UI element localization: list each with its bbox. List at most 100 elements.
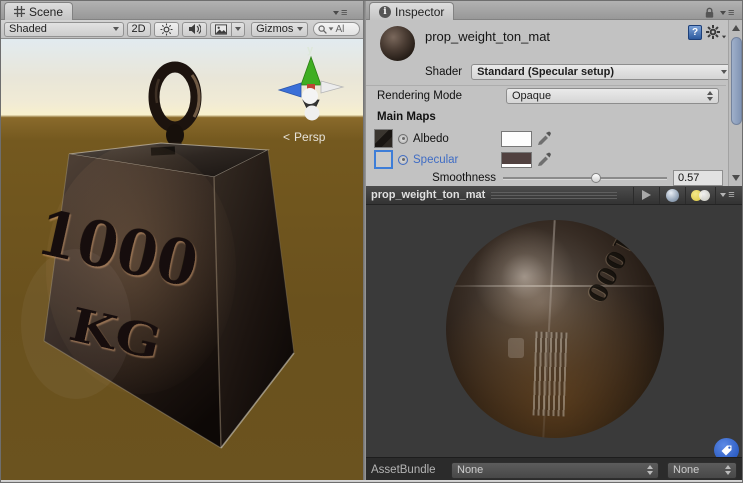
chevron-down-icon — [721, 35, 727, 39]
scene-viewport[interactable]: 1000 KG y < Persp — [1, 39, 363, 480]
preview-title: prop_weight_ton_mat — [371, 189, 486, 201]
inspector-tab-bar: i Inspector — [366, 1, 742, 20]
specular-row: Specular — [374, 150, 551, 169]
inspector-body: prop_weight_ton_mat ? Shader Standard (S… — [366, 20, 742, 202]
slider-thumb[interactable] — [591, 173, 602, 183]
preview-header[interactable]: prop_weight_ton_mat — [366, 186, 742, 205]
persp-mode-label[interactable]: < Persp — [283, 130, 325, 144]
specular-color-swatch[interactable] — [501, 151, 532, 168]
specular-label: Specular — [413, 153, 459, 166]
scene-audio-button[interactable] — [182, 21, 208, 37]
search-icon — [318, 24, 328, 34]
chevron-down-icon — [329, 27, 334, 31]
persp-icon: < — [283, 130, 291, 144]
rendering-mode-label: Rendering Mode — [377, 90, 463, 102]
hamburger-icon — [341, 7, 347, 19]
inspector-tab-label: Inspector — [395, 4, 445, 19]
smoothness-value-field[interactable]: 0.57 — [673, 170, 723, 186]
scene-orientation-gizmo[interactable]: y — [263, 41, 359, 131]
material-settings-button[interactable] — [706, 25, 727, 39]
weight-ring — [148, 61, 202, 133]
material-thumbnail[interactable] — [380, 26, 415, 61]
scroll-down-button[interactable] — [730, 171, 742, 184]
object-picker-icon[interactable] — [398, 154, 408, 165]
shader-dropdown[interactable]: Standard (Specular setup) — [471, 64, 734, 80]
material-preview-section: prop_weight_ton_mat ≡ 1000 AssetBundle N… — [366, 186, 742, 482]
gear-icon — [706, 25, 720, 39]
search-text: Al — [335, 23, 345, 35]
preview-drag-handle[interactable] — [491, 191, 618, 199]
preview-menu-button[interactable] — [715, 186, 739, 204]
tab-inspector[interactable]: i Inspector — [369, 2, 455, 20]
hamburger-icon — [728, 189, 734, 201]
scene-effects-group — [210, 21, 246, 37]
gizmo-blue-axis-cone[interactable] — [277, 82, 302, 98]
albedo-color-swatch[interactable] — [501, 130, 532, 147]
sphere-icon — [666, 188, 679, 202]
smoothness-slider[interactable] — [503, 172, 667, 184]
scene-tab-label: Scene — [29, 4, 64, 19]
sphere-seam — [450, 285, 660, 288]
inspector-panel-menu[interactable] — [720, 7, 734, 19]
preview-mesh-button[interactable] — [659, 186, 685, 204]
gizmo-y-axis-cone[interactable] — [300, 55, 322, 86]
scene-effects-dropdown[interactable] — [232, 21, 246, 37]
inspector-lock[interactable] — [704, 7, 715, 19]
scene-panel-menu[interactable] — [333, 7, 347, 19]
albedo-label: Albedo — [413, 132, 449, 145]
scrollbar-thumb[interactable] — [730, 37, 742, 125]
eyedropper-icon[interactable] — [537, 152, 551, 167]
assetbundle-variant-dropdown[interactable]: None — [667, 461, 737, 479]
preview-play-button[interactable] — [633, 186, 659, 204]
gizmos-dropdown[interactable]: Gizmos — [251, 21, 309, 37]
preview-sphere[interactable]: 1000 — [446, 220, 664, 438]
specular-texture-slot[interactable] — [374, 150, 393, 169]
chevron-down-icon — [333, 11, 339, 15]
sun-icon — [160, 23, 173, 35]
gizmo-white-axis-cone[interactable] — [320, 80, 345, 94]
albedo-texture-slot[interactable] — [374, 129, 393, 148]
scroll-up-button[interactable] — [730, 21, 742, 34]
assetbundle-bar: AssetBundle None None — [366, 457, 742, 482]
chevron-down-icon — [720, 11, 726, 15]
play-icon — [642, 190, 651, 200]
inspector-scrollbar[interactable] — [728, 20, 742, 186]
scene-lighting-button[interactable] — [153, 21, 180, 37]
preview-lighting-button[interactable] — [685, 186, 715, 204]
rendering-mode-dropdown[interactable]: Opaque — [506, 88, 719, 104]
help-icon[interactable] — [688, 25, 702, 40]
scene-tab-bar: Scene — [1, 1, 363, 20]
assetbundle-label: AssetBundle — [371, 464, 436, 476]
popup-arrows-icon — [707, 91, 713, 101]
gizmo-bottom-ball[interactable] — [304, 105, 320, 121]
smoothness-row: Smoothness 0.57 — [366, 170, 726, 186]
lights-icon — [690, 189, 711, 202]
object-picker-icon[interactable] — [398, 133, 408, 144]
tab-scene[interactable]: Scene — [4, 2, 74, 20]
info-icon: i — [379, 5, 391, 18]
toggle-2d-button[interactable]: 2D — [126, 21, 151, 37]
gizmos-label: Gizmos — [256, 23, 294, 35]
popup-arrows-icon — [725, 465, 731, 475]
hamburger-icon — [728, 7, 734, 19]
scene-effects-button[interactable] — [210, 21, 233, 37]
scene-search-input[interactable]: Al — [313, 22, 360, 36]
sphere-embossed-text: 1000 — [581, 229, 642, 308]
chevron-down-icon — [297, 27, 304, 31]
scene-toolbar: Shaded 2D Gizmos Al — [1, 20, 363, 39]
sphere-texture-detail — [508, 338, 524, 358]
image-icon — [215, 23, 228, 35]
inspector-panel: i Inspector prop_weight_ton_mat — [366, 1, 742, 482]
smoothness-label: Smoothness — [432, 172, 496, 184]
gizmo-center-ball[interactable] — [302, 88, 318, 104]
rendering-mode-row: Rendering Mode Opaque — [377, 88, 722, 104]
eyedropper-icon[interactable] — [537, 131, 551, 146]
divider — [366, 85, 726, 86]
shader-label: Shader — [425, 66, 463, 78]
gizmo-y-axis-label: y — [307, 44, 314, 56]
chevron-down-icon — [235, 27, 242, 31]
sphere-texture-detail — [532, 331, 568, 417]
assetbundle-dropdown[interactable]: None — [451, 461, 659, 479]
draw-mode-dropdown[interactable]: Shaded — [4, 21, 124, 37]
chevron-down-icon — [721, 70, 728, 74]
